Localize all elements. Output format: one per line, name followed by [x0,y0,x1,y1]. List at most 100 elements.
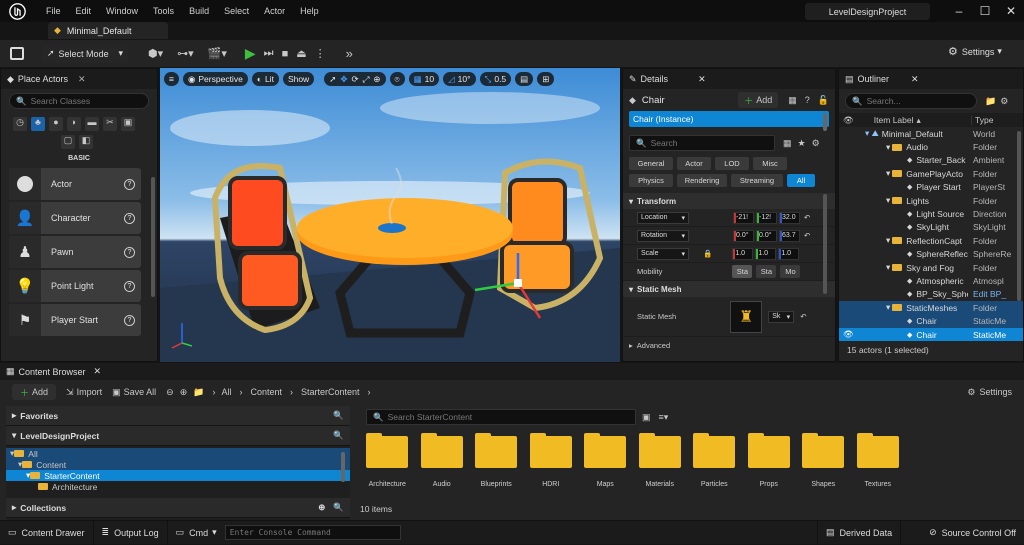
reset-icon[interactable]: ↶ [800,312,806,321]
actor-item-actor[interactable]: Actor ? [9,168,141,200]
location-x-field[interactable]: -21! [733,211,754,224]
surface-snap-icon[interactable]: ⌾ [389,72,405,86]
level-tab[interactable]: ◆ Minimal_Default [48,22,168,39]
content-drawer-button[interactable]: ▭ Content Drawer [0,520,94,545]
add-actor-icon[interactable]: ⬢▾ [148,47,163,60]
cmd-dropdown[interactable]: ▭ Cmd ▾ [168,521,225,545]
help-icon[interactable]: ? [124,178,135,190]
outliner-row[interactable]: ◆ SphereReflec SphereRe [839,248,1023,261]
console-input[interactable]: Enter Console Command [224,525,401,540]
filter-rendering[interactable]: Rendering [677,174,727,187]
asset-folder[interactable]: Particles [687,433,742,488]
rotate-tool-icon[interactable]: ⟳ [351,74,358,85]
help-icon[interactable]: ? [124,314,135,326]
rotation-snap-button[interactable]: ◿ 10° [443,72,476,86]
outliner-row[interactable]: ▾ GamePlayActo Folder [839,167,1023,180]
asset-folder[interactable]: Maps [578,433,633,488]
maximize-viewport-icon[interactable]: ⊞ [537,72,555,86]
reset-icon[interactable]: ↶ [804,213,810,222]
cinematics-icon[interactable]: 🎬▾ [208,47,227,60]
basic-category-icon[interactable]: ♣ [31,117,45,131]
visibility-icon[interactable]: 👁 [843,115,854,126]
derived-data-button[interactable]: ▤ Derived Data [817,520,902,545]
menu-edit[interactable]: Edit [76,6,92,16]
play-icon[interactable]: ▶ [245,45,256,62]
unreal-logo-icon[interactable] [6,0,28,22]
output-log-button[interactable]: ≣ Output Log [94,520,168,545]
visibility-icon[interactable]: 👁 [843,329,854,340]
toolbar-settings-button[interactable]: ⚙ Settings ▾ [948,45,1002,58]
table-view-icon[interactable]: ▦ [783,138,792,149]
help-icon[interactable]: ? [805,95,810,105]
tree-item-all[interactable]: ▾ All [6,448,350,459]
search-classes-input[interactable]: 🔍 Search Classes [9,93,149,109]
chevron-down-icon[interactable]: ▾ [886,195,890,206]
maximize-icon[interactable]: ☐ [972,4,998,18]
add-collection-icon[interactable]: ⊕ [318,502,325,513]
filter-icon[interactable]: ≡▾ [659,412,669,423]
outliner-row[interactable]: ▾ Sky and Fog Folder [839,261,1023,274]
favorites-icon[interactable]: ★ [798,138,806,149]
camera-speed-icon[interactable]: ▤ [515,72,534,86]
blueprint-icon[interactable]: ⊶▾ [177,47,194,60]
scrollbar[interactable] [823,194,827,294]
place-actors-tab[interactable]: ◆ Place Actors ✕ [1,69,157,89]
project-section[interactable]: ▾ LevelDesignProject 🔍 [6,426,350,446]
rotation-y-field[interactable]: 0.0° [756,229,777,242]
filter-misc[interactable]: Misc [753,157,787,170]
static-mesh-dropdown[interactable]: Sk ▾ [768,310,795,323]
grid-snap-button[interactable]: ▦ 10 [408,72,440,86]
outliner-row[interactable]: ◆ BP_Sky_Sphe Edit BP_ [839,288,1023,301]
filter-streaming[interactable]: Streaming [731,174,783,187]
breadcrumb-all[interactable]: All [221,387,231,397]
advanced-row[interactable]: ▸ Advanced [623,337,835,353]
chevron-down-icon[interactable]: ▾ [886,142,890,153]
asset-folder[interactable]: Architecture [360,433,415,488]
outliner-row[interactable]: ◆ SkyLight SkyLight [839,221,1023,234]
scale-snap-button[interactable]: ⤡ 0.5 [479,72,512,86]
breadcrumb-content[interactable]: Content [250,387,282,397]
content-settings-button[interactable]: ⚙ Settings [967,387,1012,398]
lit-button[interactable]: ◐ Lit [251,72,279,86]
chevron-down-icon[interactable]: ▾ [886,168,890,179]
filter-physics[interactable]: Physics [629,174,673,187]
help-icon[interactable]: ? [124,212,135,224]
visual-category-icon[interactable]: ✂ [103,117,117,131]
viewport-menu-icon[interactable]: ≡ [164,72,179,86]
chevron-down-icon[interactable]: ▾ [886,302,890,313]
outliner-tab[interactable]: ▤ Outliner ✕ [839,69,1023,89]
forward-icon[interactable]: ⊕ [180,387,188,398]
cinematic-category-icon[interactable]: ▬ [85,117,99,131]
outliner-row[interactable]: ◆ Chair StaticMe [839,314,1023,328]
asset-search-input[interactable]: 🔍 Search StarterContent [366,409,636,425]
menu-tools[interactable]: Tools [153,6,174,16]
outliner-row[interactable]: ◆ Player Start PlayerSt [839,181,1023,194]
close-icon[interactable]: ✕ [911,74,919,85]
show-button[interactable]: Show [282,72,315,86]
filter-all[interactable]: All [787,174,815,187]
actor-item-point-light[interactable]: 💡 Point Light ? [9,270,141,302]
stop-icon[interactable]: ■ [282,48,289,60]
rotation-z-field[interactable]: 63.7 [779,229,800,242]
outliner-row[interactable]: ◆ Atmospheric Atmospl [839,274,1023,287]
mesh-thumbnail[interactable]: ♜ [730,300,763,333]
options-icon[interactable]: ⋮ [315,47,326,60]
close-icon[interactable]: ✕ [698,74,706,85]
breadcrumb-startercontent[interactable]: StarterContent [301,387,360,397]
all-classes-icon[interactable]: ▢ [61,135,75,149]
asset-folder[interactable]: Materials [633,433,688,488]
scale-tool-icon[interactable]: ⤢ [363,74,370,85]
help-icon[interactable]: ? [124,246,135,258]
import-button[interactable]: ⇲ Import [66,387,102,398]
menu-build[interactable]: Build [189,6,209,16]
outliner-row[interactable]: ▾ ⛰ Minimal_Default World [839,127,1023,140]
tree-item-startercontent[interactable]: ▾ StarterContent [6,470,350,481]
outliner-row[interactable]: ▾ Lights Folder [839,194,1023,207]
chevron-down-icon[interactable]: ▾ [886,235,890,246]
details-tab[interactable]: ✎ Details ✕ [623,69,835,89]
menu-actor[interactable]: Actor [264,6,285,16]
close-icon[interactable]: ✕ [94,366,102,377]
save-search-icon[interactable]: ▣ [642,412,651,423]
scale-x-field[interactable]: 1.0 [732,247,754,260]
shapes-category-icon[interactable]: ◗ [67,117,81,131]
